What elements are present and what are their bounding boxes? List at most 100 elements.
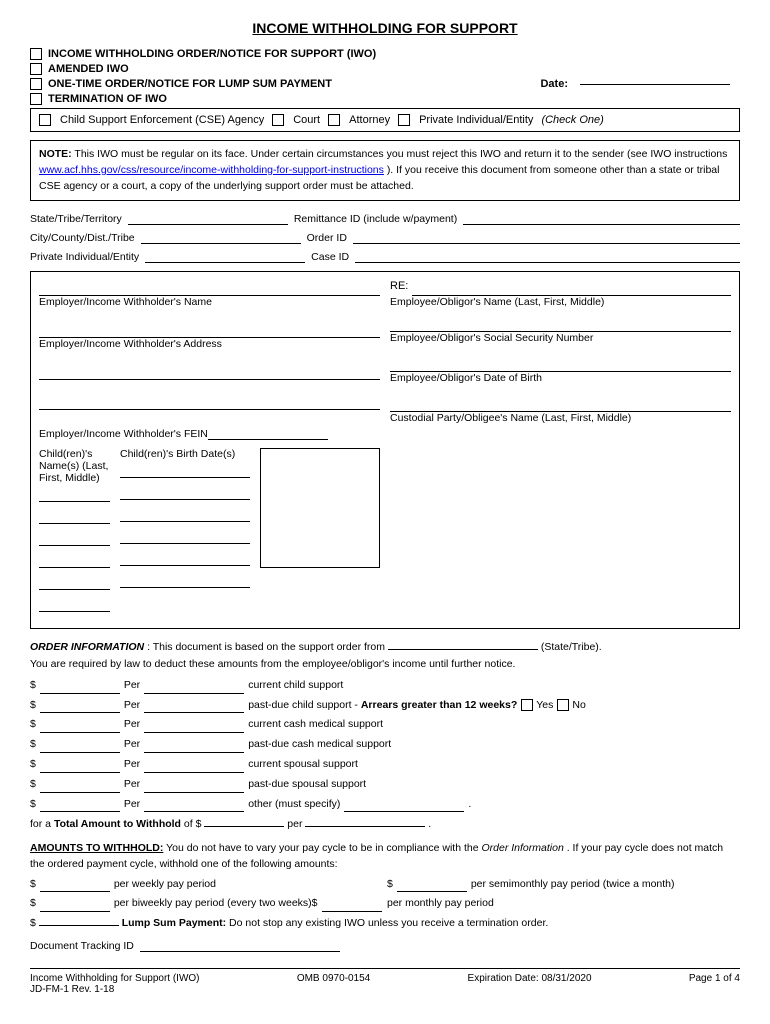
child-name-4[interactable] — [39, 554, 110, 568]
private-check-item[interactable]: Private Individual/Entity — [398, 114, 533, 126]
private-checkbox[interactable] — [398, 114, 410, 126]
amount-6[interactable] — [40, 792, 120, 793]
note-link[interactable]: www.acf.hhs.gov/css/resource/income-with… — [39, 164, 384, 176]
biweekly-amount-field[interactable] — [40, 911, 110, 912]
amounts-title: AMOUNTS TO WITHHOLD: — [30, 842, 163, 854]
yes-checkbox[interactable] — [521, 699, 533, 711]
children-section: Child(ren)'s Name(s) (Last, First, Middl… — [39, 448, 380, 620]
amount-3[interactable] — [40, 732, 120, 733]
note-label: NOTE: — [39, 148, 72, 160]
children-photo-box — [260, 448, 380, 568]
child-name-6[interactable] — [39, 598, 110, 612]
main-employer-box: Employer/Income Withholder's Name Employ… — [30, 271, 740, 629]
period-1[interactable] — [144, 693, 244, 694]
child-birth-2[interactable] — [120, 486, 250, 500]
state-row-3: Private Individual/Entity Case ID — [30, 249, 740, 263]
footer-omb: OMB 0970-0154 — [297, 973, 370, 984]
period-2[interactable] — [144, 712, 244, 713]
tracking-id-field[interactable] — [140, 951, 340, 952]
custodial-line[interactable] — [390, 398, 731, 412]
custodial-label: Custodial Party/Obligee's Name (Last, Fi… — [390, 412, 731, 424]
total-period-field[interactable] — [305, 826, 425, 827]
amount-7[interactable] — [40, 811, 120, 812]
date-field[interactable] — [580, 84, 730, 85]
state-tribe-field[interactable] — [128, 211, 288, 225]
footer-page: Page 1 of 4 — [689, 973, 740, 984]
city-county-field[interactable] — [141, 230, 301, 244]
amount-2[interactable] — [40, 712, 120, 713]
period-5[interactable] — [144, 772, 244, 773]
child-birth-1[interactable] — [120, 464, 250, 478]
child-birth-6[interactable] — [120, 574, 250, 588]
employer-address-line1[interactable] — [39, 324, 380, 338]
employee-ssn-label: Employee/Obligor's Social Security Numbe… — [390, 332, 731, 344]
iwo-checkbox-row[interactable]: INCOME WITHHOLDING ORDER/NOTICE FOR SUPP… — [30, 48, 740, 60]
cse-checkbox[interactable] — [39, 114, 51, 126]
weekly-amount-field[interactable] — [40, 891, 110, 892]
lump-sum-row: $ Lump Sum Payment: Do not stop any exis… — [30, 916, 740, 932]
court-check-item[interactable]: Court — [272, 114, 320, 126]
note-text1: This IWO must be regular on its face. Un… — [74, 148, 727, 160]
amended-checkbox-row[interactable]: AMENDED IWO — [30, 63, 740, 75]
other-specify-field[interactable] — [344, 811, 464, 812]
employee-ssn-line[interactable] — [390, 318, 731, 332]
court-checkbox[interactable] — [272, 114, 284, 126]
left-column: Employer/Income Withholder's Name Employ… — [39, 280, 380, 620]
child-birth-4[interactable] — [120, 530, 250, 544]
amended-checkbox[interactable] — [30, 63, 42, 75]
lump-sum-amount-field[interactable] — [39, 925, 119, 926]
iwo-checkbox[interactable] — [30, 48, 42, 60]
employer-name-line[interactable] — [39, 282, 380, 296]
footer-left: Income Withholding for Support (IWO) JD-… — [30, 973, 200, 995]
child-name-1[interactable] — [39, 488, 110, 502]
biweekly-amount2-field[interactable] — [322, 911, 382, 912]
period-7[interactable] — [144, 811, 244, 812]
order-info-italic: Order Information — [482, 842, 564, 854]
amount-4[interactable] — [40, 752, 120, 753]
child-birth-3[interactable] — [120, 508, 250, 522]
employer-address-line2[interactable] — [39, 366, 380, 380]
termination-checkbox[interactable] — [30, 93, 42, 105]
court-label: Court — [293, 114, 320, 126]
child-birth-5[interactable] — [120, 552, 250, 566]
check-one-row: Child Support Enforcement (CSE) Agency C… — [30, 108, 740, 132]
state-row-2: City/County/Dist./Tribe Order ID — [30, 230, 740, 244]
employer-address-line3[interactable] — [39, 396, 380, 410]
order-id-field[interactable] — [353, 230, 740, 244]
yes-check[interactable]: Yes — [521, 697, 553, 714]
child-name-3[interactable] — [39, 532, 110, 546]
one-time-checkbox-row[interactable]: ONE-TIME ORDER/NOTICE FOR LUMP SUM PAYME… — [30, 78, 740, 90]
support-label-6: past-due spousal support — [248, 776, 366, 793]
employee-dob-line[interactable] — [390, 358, 731, 372]
monthly-row: per monthly pay period — [387, 896, 740, 912]
attorney-check-item[interactable]: Attorney — [328, 114, 390, 126]
child-name-2[interactable] — [39, 510, 110, 524]
amount-1[interactable] — [40, 693, 120, 694]
state-tribe-field-order[interactable] — [388, 649, 538, 650]
lump-sum-bold: Lump Sum Payment: — [122, 917, 226, 929]
page-title: INCOME WITHHOLDING FOR SUPPORT — [30, 20, 740, 36]
amount-5[interactable] — [40, 772, 120, 773]
re-field[interactable] — [412, 282, 731, 296]
case-id-field[interactable] — [355, 249, 740, 263]
period-3[interactable] — [144, 732, 244, 733]
total-per-label: per — [287, 818, 302, 830]
semimonthly-amount-field[interactable] — [397, 891, 467, 892]
one-time-checkbox[interactable] — [30, 78, 42, 90]
no-checkbox[interactable] — [557, 699, 569, 711]
state-row-1: State/Tribe/Territory Remittance ID (inc… — [30, 211, 740, 225]
re-label: RE: — [390, 280, 408, 292]
total-amount-field[interactable] — [204, 826, 284, 827]
fein-field[interactable] — [208, 426, 328, 440]
termination-checkbox-row[interactable]: TERMINATION OF IWO — [30, 93, 740, 105]
support-row-2: $ Per past-due child support - Arrears g… — [30, 697, 740, 714]
attorney-checkbox[interactable] — [328, 114, 340, 126]
remittance-field[interactable] — [463, 211, 740, 225]
cse-check-item[interactable]: Child Support Enforcement (CSE) Agency — [39, 114, 264, 126]
no-check[interactable]: No — [557, 697, 585, 714]
child-name-5[interactable] — [39, 576, 110, 590]
period-6[interactable] — [144, 792, 244, 793]
biweekly-label: per biweekly pay period (every two weeks… — [114, 896, 318, 912]
period-4[interactable] — [144, 752, 244, 753]
private-individual-field[interactable] — [145, 249, 305, 263]
